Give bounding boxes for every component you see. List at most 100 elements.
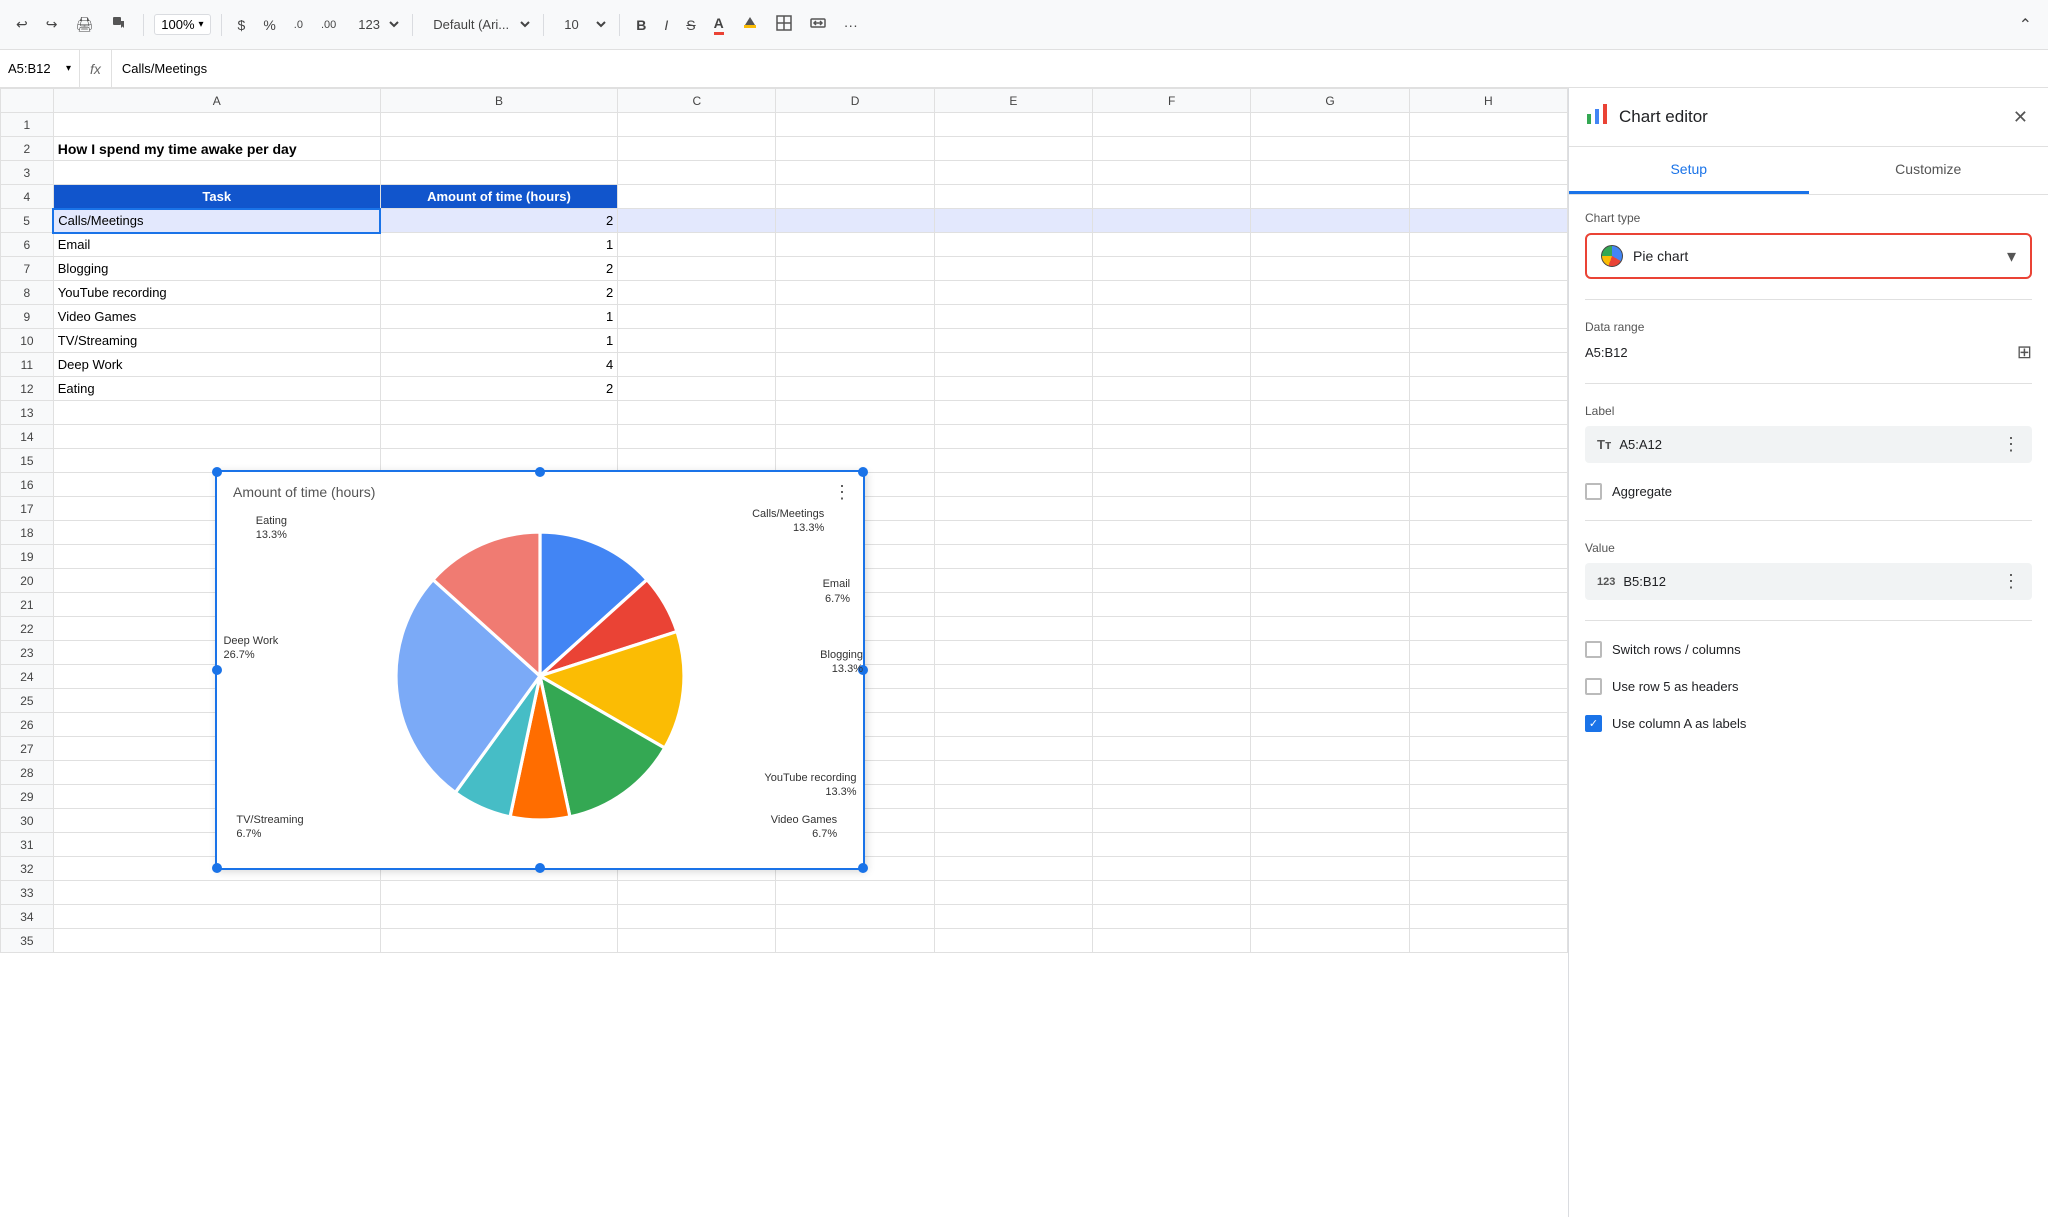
cell-e32[interactable]: [934, 857, 1092, 881]
cell-h14[interactable]: [1409, 425, 1567, 449]
table-row[interactable]: 33: [1, 881, 1568, 905]
cell-g9[interactable]: [1251, 305, 1409, 329]
cell-d15[interactable]: [776, 449, 934, 473]
cell-h26[interactable]: [1409, 713, 1567, 737]
cell-g13[interactable]: [1251, 401, 1409, 425]
print-button[interactable]: 🖨: [69, 12, 99, 37]
borders-button[interactable]: [770, 11, 798, 38]
resize-handle-bl[interactable]: [212, 863, 222, 873]
cell-h21[interactable]: [1409, 593, 1567, 617]
table-row[interactable]: 1: [1, 113, 1568, 137]
cell-reference[interactable]: A5:B12 ▾: [0, 50, 80, 87]
cell-g12[interactable]: [1251, 377, 1409, 401]
cell-h19[interactable]: [1409, 545, 1567, 569]
col-header-e[interactable]: E: [934, 89, 1092, 113]
strikethrough-button[interactable]: S: [680, 13, 701, 37]
cell-e18[interactable]: [934, 521, 1092, 545]
table-row[interactable]: 9Video Games1: [1, 305, 1568, 329]
cell-a8[interactable]: YouTube recording: [53, 281, 380, 305]
cell-g19[interactable]: [1251, 545, 1409, 569]
cell-c6[interactable]: [618, 233, 776, 257]
cell-f15[interactable]: [1093, 449, 1251, 473]
cell-g17[interactable]: [1251, 497, 1409, 521]
cell-f16[interactable]: [1093, 473, 1251, 497]
cell-b10[interactable]: 1: [380, 329, 617, 353]
col-header-f[interactable]: F: [1093, 89, 1251, 113]
cell-a14[interactable]: [53, 425, 380, 449]
cell-e2[interactable]: [934, 137, 1092, 161]
cell-c4[interactable]: [618, 185, 776, 209]
aggregate-checkbox[interactable]: [1585, 483, 1602, 500]
cell-e16[interactable]: [934, 473, 1092, 497]
cell-e13[interactable]: [934, 401, 1092, 425]
cell-g8[interactable]: [1251, 281, 1409, 305]
cell-e25[interactable]: [934, 689, 1092, 713]
cell-d35[interactable]: [776, 929, 934, 953]
cell-g24[interactable]: [1251, 665, 1409, 689]
table-row[interactable]: 3: [1, 161, 1568, 185]
cell-b11[interactable]: 4: [380, 353, 617, 377]
percent-button[interactable]: %: [257, 13, 281, 37]
cell-h25[interactable]: [1409, 689, 1567, 713]
cell-a10[interactable]: TV/Streaming: [53, 329, 380, 353]
cell-h18[interactable]: [1409, 521, 1567, 545]
cell-g6[interactable]: [1251, 233, 1409, 257]
col-header-h[interactable]: H: [1409, 89, 1567, 113]
cell-c34[interactable]: [618, 905, 776, 929]
cell-c2[interactable]: [618, 137, 776, 161]
cell-a33[interactable]: [53, 881, 380, 905]
cell-g27[interactable]: [1251, 737, 1409, 761]
cell-g3[interactable]: [1251, 161, 1409, 185]
cell-a12[interactable]: Eating: [53, 377, 380, 401]
font-size-select[interactable]: 10: [554, 13, 609, 36]
cell-f22[interactable]: [1093, 617, 1251, 641]
font-color-button[interactable]: A: [708, 11, 730, 39]
cell-g2[interactable]: [1251, 137, 1409, 161]
table-row[interactable]: 13: [1, 401, 1568, 425]
cell-g21[interactable]: [1251, 593, 1409, 617]
table-row[interactable]: 12Eating2: [1, 377, 1568, 401]
cell-d1[interactable]: [776, 113, 934, 137]
cell-h20[interactable]: [1409, 569, 1567, 593]
cell-h16[interactable]: [1409, 473, 1567, 497]
cell-a9[interactable]: Video Games: [53, 305, 380, 329]
cell-a4[interactable]: Task: [53, 185, 380, 209]
cell-f6[interactable]: [1093, 233, 1251, 257]
cell-f18[interactable]: [1093, 521, 1251, 545]
resize-handle-bm[interactable]: [535, 863, 545, 873]
cell-h31[interactable]: [1409, 833, 1567, 857]
cell-g20[interactable]: [1251, 569, 1409, 593]
cell-g29[interactable]: [1251, 785, 1409, 809]
cell-e10[interactable]: [934, 329, 1092, 353]
cell-h24[interactable]: [1409, 665, 1567, 689]
cell-g16[interactable]: [1251, 473, 1409, 497]
cell-e4[interactable]: [934, 185, 1092, 209]
cell-d4[interactable]: [776, 185, 934, 209]
cell-a34[interactable]: [53, 905, 380, 929]
cell-d13[interactable]: [776, 401, 934, 425]
cell-f31[interactable]: [1093, 833, 1251, 857]
use-col-a-checkbox[interactable]: [1585, 715, 1602, 732]
cell-a1[interactable]: [53, 113, 380, 137]
table-row[interactable]: 8YouTube recording2: [1, 281, 1568, 305]
cell-b6[interactable]: 1: [380, 233, 617, 257]
cell-d3[interactable]: [776, 161, 934, 185]
cell-f3[interactable]: [1093, 161, 1251, 185]
paint-format-button[interactable]: [105, 11, 133, 38]
cell-e7[interactable]: [934, 257, 1092, 281]
table-row[interactable]: 4TaskAmount of time (hours): [1, 185, 1568, 209]
table-row[interactable]: 7Blogging2: [1, 257, 1568, 281]
collapse-button[interactable]: ⌃: [2013, 11, 2038, 39]
cell-c5[interactable]: [618, 209, 776, 233]
cell-g4[interactable]: [1251, 185, 1409, 209]
resize-handle-tm[interactable]: [535, 467, 545, 477]
cell-d33[interactable]: [776, 881, 934, 905]
cell-e14[interactable]: [934, 425, 1092, 449]
resize-handle-tr[interactable]: [858, 467, 868, 477]
cell-e21[interactable]: [934, 593, 1092, 617]
undo-button[interactable]: ↩: [10, 12, 34, 37]
cell-g25[interactable]: [1251, 689, 1409, 713]
table-row[interactable]: 11Deep Work4: [1, 353, 1568, 377]
cell-d7[interactable]: [776, 257, 934, 281]
cell-b2[interactable]: [380, 137, 617, 161]
